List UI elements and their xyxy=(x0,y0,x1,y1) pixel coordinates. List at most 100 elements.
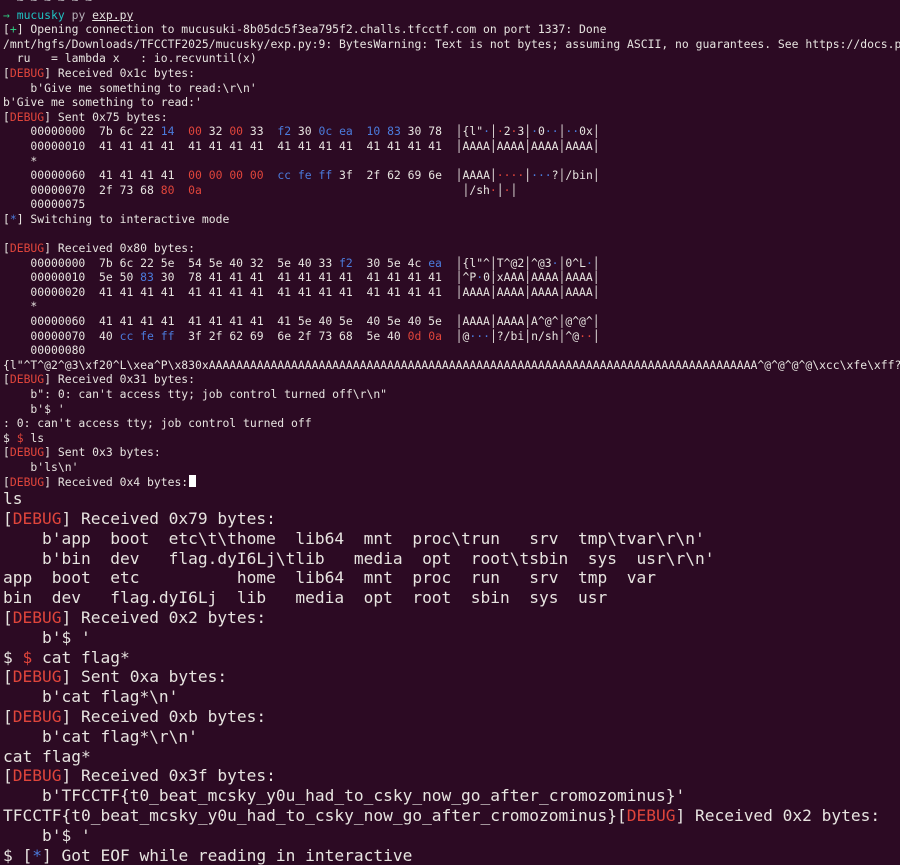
line-segment: ] Received 0x31 bytes: xyxy=(44,372,196,387)
terminal-line: * xyxy=(3,154,900,169)
line-segment: $ [ xyxy=(3,845,33,865)
line-segment: 0 xyxy=(537,124,545,139)
line-segment: /mnt/hgfs/Downloads/TFCCTF2025/mucusky/e… xyxy=(3,36,900,51)
line-segment: ··· xyxy=(469,328,490,343)
line-segment: [ xyxy=(3,65,10,80)
terminal-line: [DEBUG] Sent 0x75 bytes: xyxy=(3,110,900,125)
terminal-line: $ $ cat flag* xyxy=(3,648,900,668)
line-segment: DEBUG xyxy=(9,445,45,460)
line-segment: [ xyxy=(3,706,13,726)
line-segment: 3│ xyxy=(517,124,532,139)
terminal-line: TFCCTF{t0_beat_mcsky_y0u_had_to_csky_now… xyxy=(3,806,900,826)
line-segment: DEBUG xyxy=(12,706,62,726)
terminal-output[interactable]: ~ ~ ~ ~ ~ ~ → mucusky py exp.py [+] Openin… xyxy=(3,0,900,865)
line-segment: ~ ~ ~ ~ ~ ~ xyxy=(3,0,93,7)
line-segment xyxy=(174,124,188,138)
terminal-line: 00000070 40 cc fe ff 3f 2f 62 69 6e 2f 7… xyxy=(3,329,900,344)
line-segment: b": 0: can't access tty; job control tur… xyxy=(3,387,388,402)
line-segment: ls xyxy=(23,430,45,445)
line-segment: ] Opening connection to mucusuki-8b05dc5… xyxy=(16,22,607,37)
line-segment: b'$ ' xyxy=(3,627,91,647)
line-segment: · xyxy=(531,124,538,139)
terminal-line: ls xyxy=(3,489,900,509)
terminal-line: b": 0: can't access tty; job control tur… xyxy=(3,387,900,402)
line-segment: 30 78 41 41 41 41 41 41 41 41 41 41 41 │… xyxy=(153,270,477,285)
line-segment: 2 xyxy=(503,124,511,139)
line-segment: ] Received 0x79 bytes: xyxy=(61,508,276,528)
line-segment: DEBUG xyxy=(626,805,676,825)
line-segment: 00000060 41 41 41 41 xyxy=(3,168,189,183)
line-segment: · xyxy=(496,124,504,139)
line-segment: ?│/bin│ xyxy=(551,168,600,183)
line-segment: exp.py xyxy=(92,7,134,22)
line-segment: 30 xyxy=(291,124,319,139)
line-segment: mucusky xyxy=(16,7,65,22)
line-segment: * xyxy=(3,153,38,168)
line-segment: 00000020 41 41 41 41 41 41 41 41 41 41 4… xyxy=(3,284,600,299)
terminal-line: [DEBUG] Sent 0xa bytes: xyxy=(3,667,900,687)
text-cursor xyxy=(189,474,197,487)
line-segment: 00000000 7b 6c 22 5e 54 5e 40 32 5e 40 3… xyxy=(3,255,340,270)
terminal-line: cat flag* xyxy=(3,747,900,767)
line-segment: │0^L xyxy=(558,255,586,270)
line-segment: DEBUG xyxy=(9,241,45,256)
line-segment: py xyxy=(64,7,93,22)
line-segment: 0c xyxy=(318,124,333,139)
line-segment: 00 xyxy=(229,124,244,139)
line-segment: DEBUG xyxy=(9,372,45,387)
line-segment xyxy=(353,124,367,138)
line-segment: 0a xyxy=(188,182,202,197)
line-segment: ea xyxy=(339,124,353,139)
terminal-line: [DEBUG] Sent 0x3 bytes: xyxy=(3,445,900,460)
terminal-line: 00000060 41 41 41 41 00 00 00 00 cc fe f… xyxy=(3,168,900,183)
terminal-line: [DEBUG] Received 0x2 bytes: xyxy=(3,608,900,628)
terminal-line: b'Give me something to read:' xyxy=(3,95,900,110)
line-segment: │?/bi│n/sh│^@ xyxy=(489,328,580,343)
line-segment: b'cat flag*\n' xyxy=(3,687,179,707)
line-segment: │{l"^│T^@2│^@3 xyxy=(441,255,552,270)
line-segment: ea xyxy=(428,255,442,270)
terminal-line: b'$ ' xyxy=(3,628,900,648)
terminal-line: 00000010 41 41 41 41 41 41 41 41 41 41 4… xyxy=(3,139,900,154)
terminal-line xyxy=(3,227,900,242)
line-segment: * xyxy=(32,845,42,865)
terminal-line: 00000010 5e 50 83 30 78 41 41 41 41 41 4… xyxy=(3,270,900,285)
line-segment: │/sh xyxy=(201,182,490,197)
line-segment: cat flag* xyxy=(3,746,91,766)
line-segment: [ xyxy=(3,607,13,627)
line-segment: ] Got EOF while reading in interactive xyxy=(42,845,413,865)
line-segment: · xyxy=(483,124,490,139)
line-segment: bin dev flag.dyI6Lj lib media opt root s… xyxy=(3,588,608,608)
line-segment: b'app boot etc\t\thome lib64 mnt proc\tr… xyxy=(3,528,705,548)
terminal-line: app boot etc home lib64 mnt proc run srv… xyxy=(3,568,900,588)
line-segment: DEBUG xyxy=(12,766,62,786)
line-segment: $ xyxy=(16,430,24,445)
line-segment: b'TFCCTF{t0_beat_mcsky_y0u_had_to_csky_n… xyxy=(3,786,686,806)
line-segment: [ xyxy=(3,211,10,226)
terminal-line: [DEBUG] Received 0x1c bytes: xyxy=(3,66,900,81)
line-segment: ru = lambda x : io.recvuntil(x) xyxy=(3,51,257,66)
terminal-line: 00000060 41 41 41 41 41 41 41 41 41 5e 4… xyxy=(3,314,900,329)
line-segment: │ xyxy=(592,328,600,343)
line-segment: $ xyxy=(22,647,33,667)
line-segment: 00000010 41 41 41 41 41 41 41 41 41 41 4… xyxy=(3,138,600,153)
line-segment: · xyxy=(551,255,559,270)
line-segment: ·· xyxy=(544,124,559,139)
line-segment: 32 xyxy=(201,124,230,139)
line-segment: * xyxy=(9,211,17,226)
terminal-line: ~ ~ ~ ~ ~ ~ xyxy=(3,0,900,8)
line-segment: [ xyxy=(3,667,13,687)
terminal-line: [DEBUG] Received 0x80 bytes: xyxy=(3,241,900,256)
line-segment: DEBUG xyxy=(9,65,45,80)
terminal-line: b'$ ' xyxy=(3,402,900,417)
terminal-line: ru = lambda x : io.recvuntil(x) xyxy=(3,51,900,66)
line-segment: b'$ ' xyxy=(3,401,65,416)
line-segment xyxy=(264,168,278,182)
line-segment: [ xyxy=(3,241,10,256)
line-segment: $ xyxy=(3,647,23,667)
line-segment: b'$ ' xyxy=(3,825,91,845)
line-segment: ] Received 0x1c bytes: xyxy=(44,65,196,80)
terminal-line: 00000080 xyxy=(3,343,900,358)
line-segment: │ xyxy=(592,255,600,270)
line-segment: DEBUG xyxy=(9,109,45,124)
